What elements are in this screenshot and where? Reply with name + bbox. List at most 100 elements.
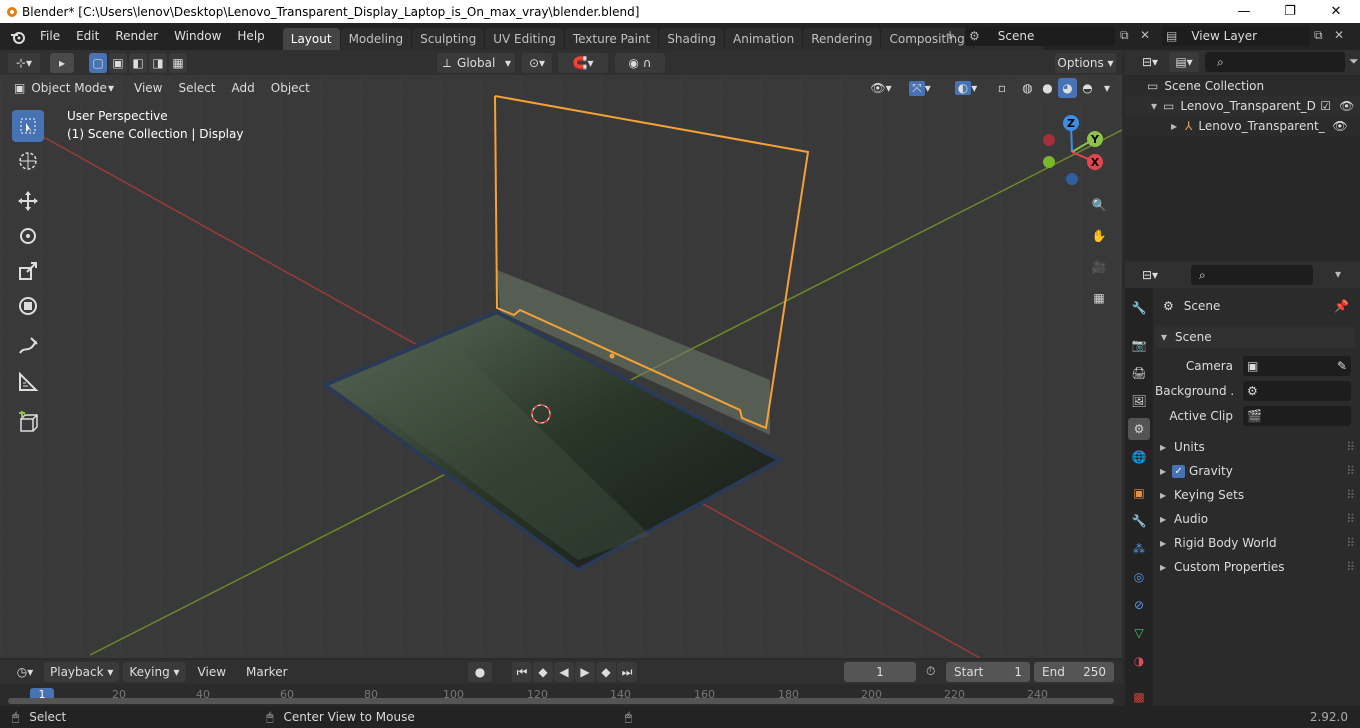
constraints-tab-icon[interactable]: ⊘ [1128,594,1150,616]
camera-field[interactable]: ▣ ✎ [1243,356,1351,376]
texture-tab-icon[interactable]: ▩ [1128,686,1150,708]
menu-window[interactable]: Window [166,23,229,50]
particles-tab-icon[interactable]: ⁂ [1128,538,1150,560]
material-shading-icon[interactable]: ◕ [1058,78,1077,98]
view-layer-selector[interactable]: ▤ View Layer [1162,26,1310,46]
timeline-scrollbar[interactable] [8,698,1114,704]
properties-search-input[interactable]: ⌕ [1191,265,1313,285]
annotate-tool-icon[interactable] [12,330,44,362]
pivot-point-dropdown[interactable]: ⊙▾ [522,53,552,73]
options-dropdown[interactable]: Options ▾ [1055,53,1116,73]
menu-file[interactable]: File [32,23,68,50]
visibility-eye-icon[interactable]: 👁 [1339,99,1354,113]
timeline-editor-type-icon[interactable]: ◷▾ [10,662,40,682]
rendered-shading-icon[interactable]: ◓ [1078,78,1097,98]
active-clip-field[interactable]: 🎬 [1243,406,1351,426]
filter-icon[interactable]: ⏷ [1349,54,1359,69]
rotate-tool-icon[interactable] [12,220,44,252]
select-intersect-icon[interactable]: ▦ [169,53,187,73]
scene-selector[interactable]: ⚙ Scene [965,26,1115,46]
new-scene-icon[interactable]: ⧉ [1120,28,1129,43]
section-gravity[interactable]: ▸ ✓ Gravity ⠿ [1160,461,1355,481]
physics-tab-icon[interactable]: ◎ [1128,566,1150,588]
overlay-toggle[interactable]: ◐ ▾ [946,78,986,98]
menu-object[interactable]: Object [263,78,318,98]
outliner-search-input[interactable]: ⌕ [1205,52,1345,72]
tab-animation[interactable]: Animation [725,28,803,50]
mode-dropdown[interactable]: ▣ Object Mode ▾ [10,78,118,98]
cursor-tool-icon[interactable] [12,145,44,177]
editor-type-button[interactable]: ⊹▾ [8,53,40,73]
end-frame-field[interactable]: End 250 [1034,662,1114,682]
jump-end-icon[interactable]: ⏭ [617,662,637,682]
menu-marker[interactable]: Marker [238,662,295,682]
data-tab-icon[interactable]: ▽ [1128,622,1150,644]
section-keying-sets[interactable]: ▸ Keying Sets ⠿ [1160,485,1355,505]
select-new-icon[interactable]: ▢ [89,53,107,73]
menu-select[interactable]: Select [170,78,223,98]
world-tab-icon[interactable]: 🌐 [1128,446,1150,468]
current-frame-field[interactable]: 1 [844,662,916,682]
delete-view-layer-icon[interactable]: ✕ [1334,28,1344,42]
expand-arrow-icon[interactable]: ▸ [1171,119,1177,133]
pin-icon[interactable]: 📌 [1334,299,1349,313]
menu-edit[interactable]: Edit [68,23,107,50]
select-invert-icon[interactable]: ◨ [149,53,167,73]
select-extend-icon[interactable]: ▣ [109,53,127,73]
transform-tool-icon[interactable] [12,290,44,322]
scale-tool-icon[interactable] [12,255,44,287]
menu-keying[interactable]: Keying ▾ [123,662,186,682]
zoom-icon[interactable]: 🔍 [1085,191,1113,219]
section-units[interactable]: ▸ Units ⠿ [1160,437,1355,457]
properties-editor-type-icon[interactable]: ⊟▾ [1135,265,1165,285]
menu-view[interactable]: View [126,78,170,98]
close-button[interactable]: ✕ [1313,0,1359,23]
new-view-layer-icon[interactable]: ⧉ [1314,28,1323,43]
eyedropper-icon[interactable]: ✎ [1337,359,1347,373]
tab-modeling[interactable]: Modeling [340,28,412,50]
maximize-button[interactable]: ❐ [1267,0,1313,23]
proportional-edit-toggle[interactable]: ◉ ∩ [615,53,665,73]
add-cube-tool-icon[interactable] [12,406,44,438]
scene-tab-icon[interactable]: ⚙ [1128,418,1150,440]
select-box-tool-icon[interactable] [12,110,44,142]
minimize-button[interactable]: — [1221,0,1267,23]
tab-uv-editing[interactable]: UV Editing [485,28,564,50]
start-frame-field[interactable]: Start 1 [946,662,1030,682]
scene-panel-header[interactable]: ▾ Scene [1155,326,1355,348]
output-tab-icon[interactable]: 🖨 [1128,362,1150,384]
properties-options-icon[interactable]: ▾ [1335,267,1341,281]
visibility-eye-icon[interactable]: 👁 [1332,119,1347,133]
gravity-checkbox[interactable]: ✓ [1172,464,1186,478]
menu-playback[interactable]: Playback ▾ [44,662,120,682]
stopwatch-icon[interactable]: ⏱ [926,664,935,679]
xray-toggle[interactable]: ▫ [993,78,1011,98]
tab-shading[interactable]: Shading [659,28,724,50]
outliner-row-collection[interactable]: ▾ ▭ Lenovo_Transparent_Disp ☑ 👁 [1125,96,1360,116]
object-tab-icon[interactable]: ▣ [1128,482,1150,504]
transform-orientation-dropdown[interactable]: ⟂ Global ▾ [437,53,515,73]
blender-menu-icon[interactable] [10,29,26,45]
outliner-row-scene-collection[interactable]: ▭ Scene Collection [1125,76,1360,96]
section-audio[interactable]: ▸ Audio ⠿ [1160,509,1355,529]
background-scene-field[interactable]: ⚙ [1243,381,1351,401]
section-custom-properties[interactable]: ▸ Custom Properties ⠿ [1160,557,1355,577]
visibility-dropdown[interactable]: 👁▾ [866,78,896,98]
pan-hand-icon[interactable]: ✋ [1085,222,1113,250]
add-workspace-button[interactable]: + [945,28,955,42]
material-tab-icon[interactable]: ◑ [1128,650,1150,672]
navigation-gizmo[interactable]: Z Y X [1036,114,1106,186]
play-icon[interactable]: ▶ [575,662,595,682]
tab-layout[interactable]: Layout [282,28,340,50]
menu-add[interactable]: Add [224,78,263,98]
gizmo-toggle[interactable]: ⤧ ▾ [902,78,938,98]
outliner-row-object[interactable]: ▸ ⅄ Lenovo_Transparent_ 👁 [1125,116,1360,136]
tab-compositing[interactable]: Compositing [881,28,973,50]
display-mode-icon[interactable]: ▤▾ [1169,52,1199,72]
camera-view-icon[interactable]: 🎥 [1085,253,1113,281]
menu-help[interactable]: Help [229,23,272,50]
outliner-editor-type-icon[interactable]: ⊟▾ [1135,52,1165,72]
move-tool-icon[interactable] [12,185,44,217]
tab-rendering[interactable]: Rendering [803,28,881,50]
jump-start-icon[interactable]: ⏮ [512,662,532,682]
